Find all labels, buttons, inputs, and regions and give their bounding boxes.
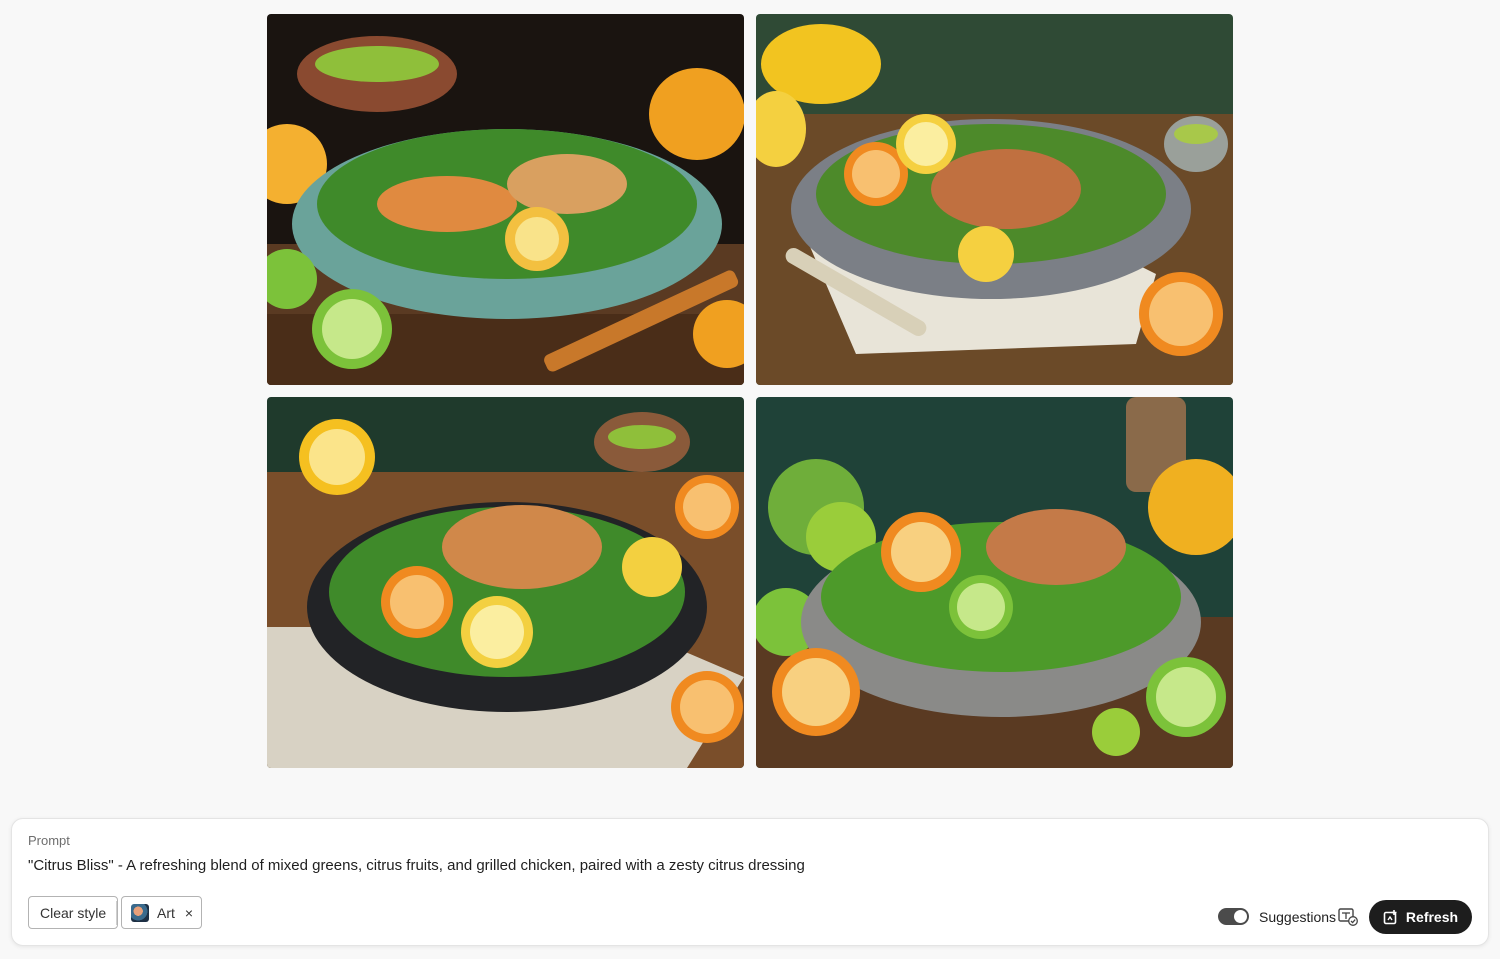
generated-image-1[interactable] xyxy=(267,14,744,385)
prompt-panel: Prompt Clear style Art × Suggestions Ref… xyxy=(11,818,1489,946)
salad-illustration-2 xyxy=(756,14,1233,385)
generated-image-3[interactable] xyxy=(267,397,744,768)
style-chip-art[interactable]: Art × xyxy=(121,896,203,929)
prompt-label: Prompt xyxy=(28,833,70,848)
refresh-label: Refresh xyxy=(1405,909,1459,925)
image-gallery xyxy=(267,14,1233,768)
salad-illustration-4 xyxy=(756,397,1233,768)
refresh-icon xyxy=(1383,910,1397,925)
suggestions-toggle[interactable] xyxy=(1218,908,1249,925)
generated-image-2[interactable] xyxy=(756,14,1233,385)
clear-style-button[interactable]: Clear style xyxy=(28,896,119,929)
generated-image-4[interactable] xyxy=(756,397,1233,768)
toggle-knob xyxy=(1234,910,1247,923)
close-icon[interactable]: × xyxy=(185,905,193,921)
salad-illustration-1 xyxy=(267,14,744,385)
suggestions-label: Suggestions xyxy=(1259,909,1337,925)
prompt-input[interactable] xyxy=(28,857,1228,874)
divider xyxy=(116,901,117,925)
suggestions-info-icon[interactable] xyxy=(1338,908,1358,926)
art-style-thumbnail-icon xyxy=(131,903,149,922)
refresh-button[interactable]: Refresh xyxy=(1369,900,1472,934)
style-chip-label: Art xyxy=(157,904,175,921)
salad-illustration-3 xyxy=(267,397,744,768)
